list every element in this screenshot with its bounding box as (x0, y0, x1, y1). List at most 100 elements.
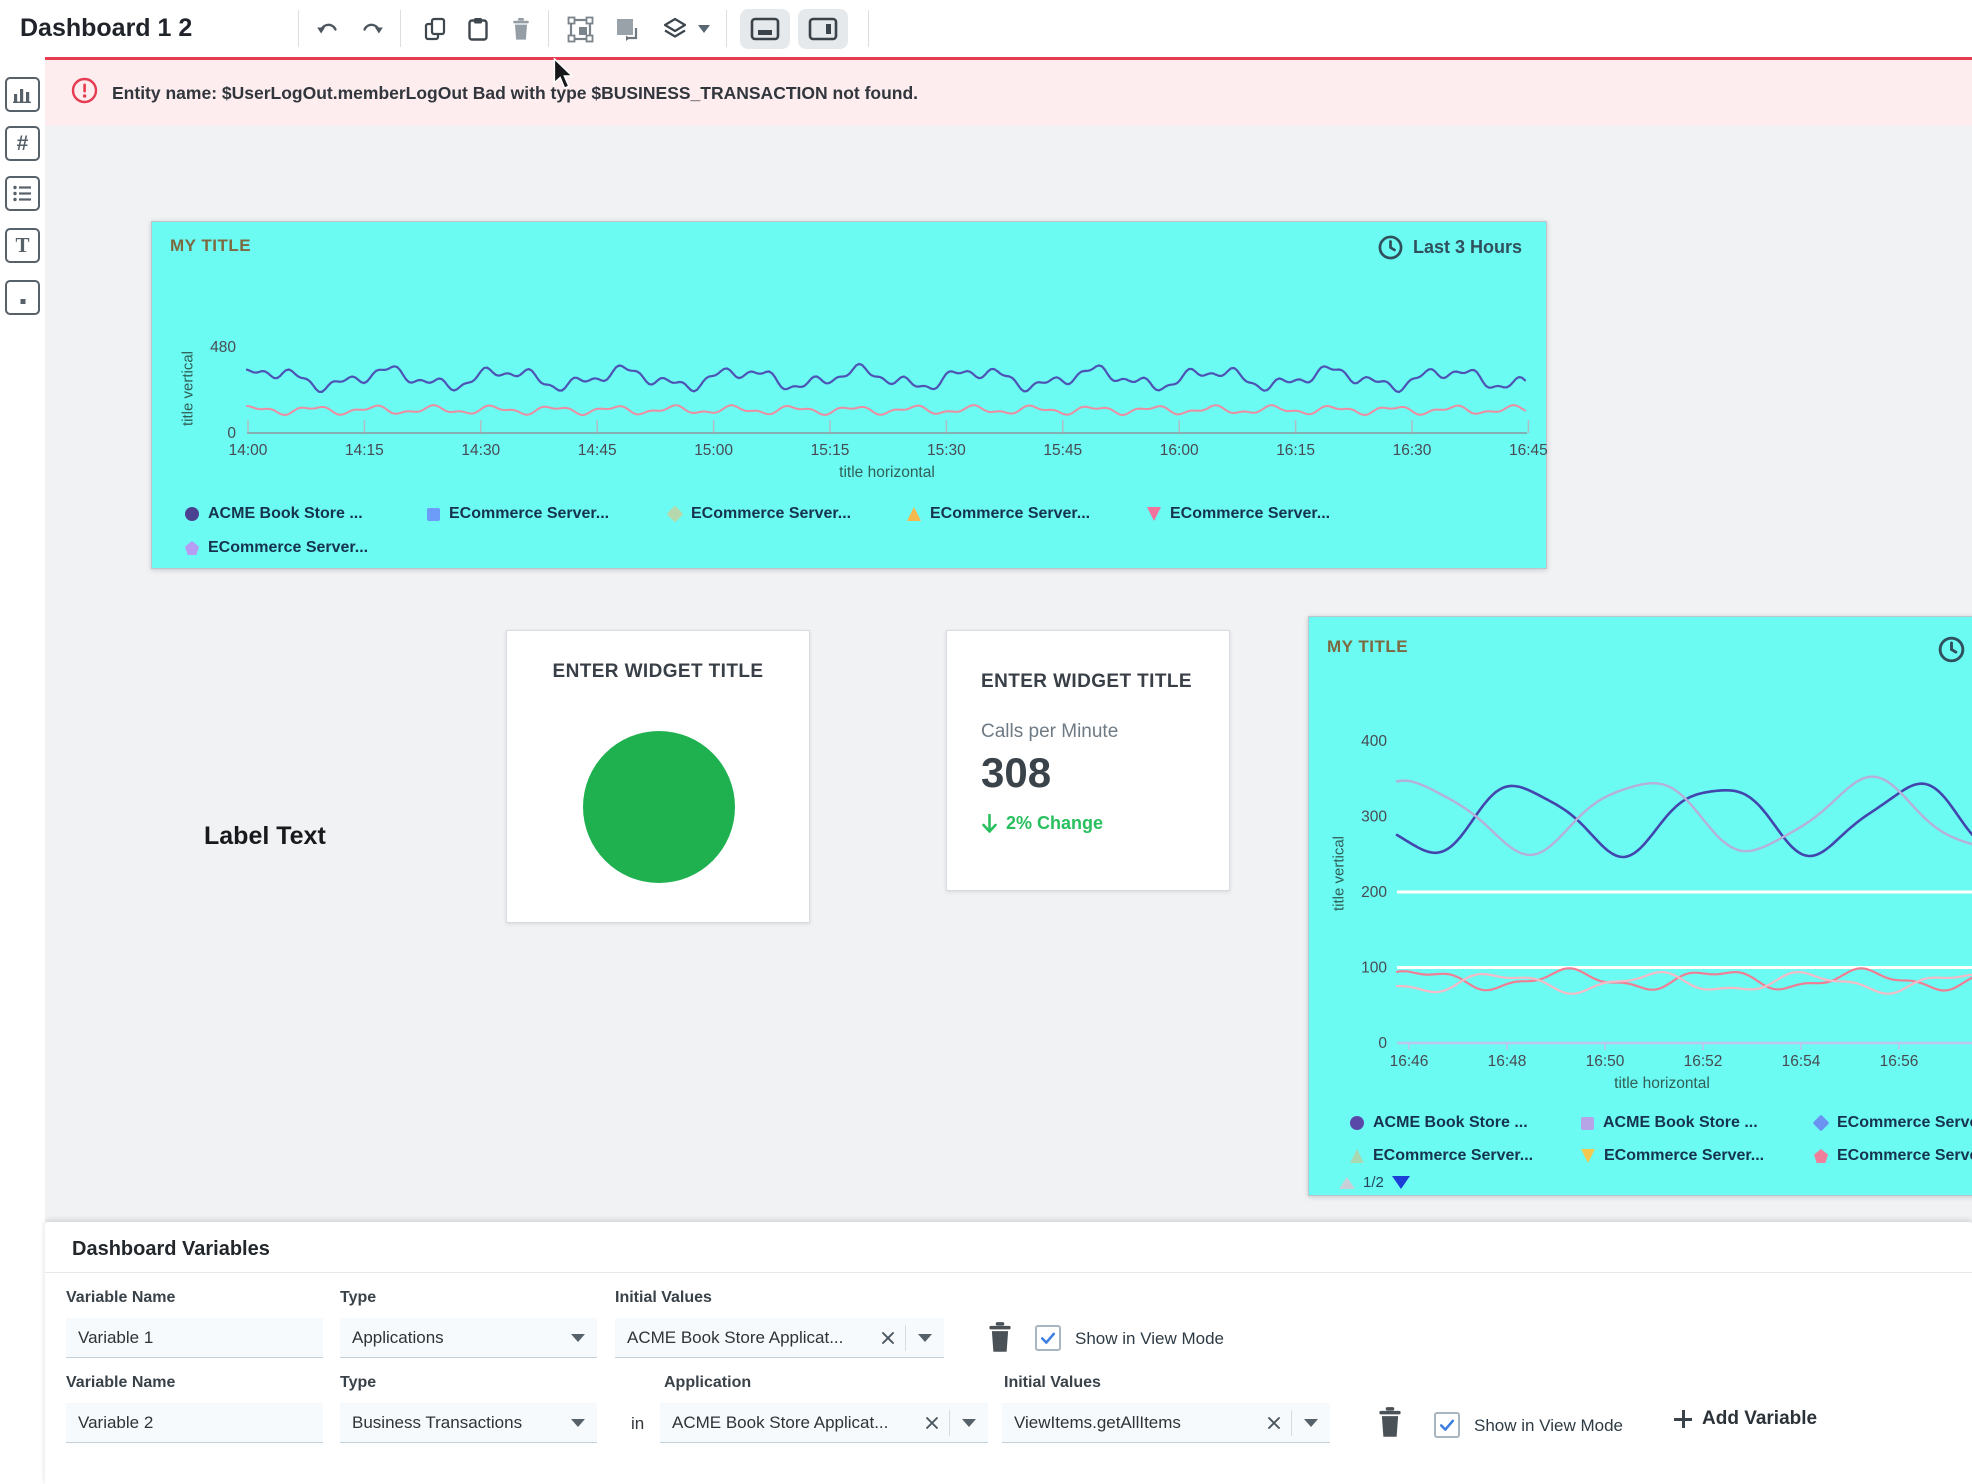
legend-item[interactable]: ECommerce Server... (1147, 505, 1330, 523)
application-select[interactable]: ACME Book Store Applicat... (660, 1403, 988, 1443)
page-up-icon[interactable] (1339, 1177, 1355, 1189)
chart-widget-icon[interactable] (5, 77, 40, 112)
select-value: ACME Book Store Applicat... (672, 1413, 915, 1433)
clear-icon[interactable] (1267, 1416, 1281, 1430)
legend-item[interactable]: ACME Book Store ... (1581, 1114, 1758, 1132)
initial-values-select[interactable]: ACME Book Store Applicat... (615, 1318, 944, 1358)
add-variable-button[interactable]: Add Variable (1674, 1408, 1817, 1430)
page-down-icon[interactable] (1392, 1176, 1410, 1189)
panel-bottom-toggle-icon[interactable] (740, 9, 790, 49)
panel-title: Dashboard Variables (72, 1238, 270, 1261)
show-in-view-mode-label: Show in View Mode (1075, 1329, 1224, 1349)
alert-icon (71, 77, 98, 109)
legend-item[interactable]: ECommerce Server... (1581, 1147, 1764, 1165)
clear-icon[interactable] (881, 1331, 895, 1345)
health-widget[interactable]: ENTER WIDGET TITLE (506, 630, 810, 923)
application-label: Application (664, 1374, 751, 1392)
panel-divider (45, 1272, 1972, 1273)
caret-down-icon (962, 1419, 976, 1427)
legend-item[interactable]: ACME Book Store ... (185, 505, 363, 523)
image-widget-icon[interactable] (5, 280, 40, 315)
initial-values-label: Initial Values (615, 1289, 712, 1307)
legend-item[interactable]: ECommerce Server... (427, 505, 609, 523)
square-marker-icon (1581, 1117, 1594, 1130)
legend-item[interactable]: ECommerce Server... (185, 539, 368, 557)
select-value: Applications (352, 1328, 571, 1348)
caret-down-icon (571, 1419, 585, 1427)
legend-item-label: ECommerce Server... (1373, 1147, 1533, 1165)
dashboard-variables-panel: Dashboard Variables Variable Name Variab… (45, 1222, 1972, 1484)
caret-down-icon[interactable] (695, 14, 713, 44)
legend-item-label: ACME Book Store ... (1373, 1114, 1528, 1132)
field-divider (949, 1410, 950, 1436)
pentagon-marker-icon (1814, 1149, 1828, 1163)
timeseries-widget-1[interactable]: MY TITLE Last 3 Hours title vertical tit… (151, 221, 1547, 569)
variable-name-input[interactable]: Variable 2 (66, 1403, 323, 1443)
health-status-circle (583, 731, 735, 883)
type-label: Type (340, 1289, 376, 1307)
add-variable-label: Add Variable (1702, 1408, 1817, 1430)
input-value: Variable 1 (78, 1328, 311, 1348)
show-in-view-mode-checkbox[interactable] (1434, 1412, 1460, 1438)
type-select[interactable]: Business Transactions (340, 1403, 597, 1443)
legend-item-label: ECommerce Server... (1170, 505, 1330, 523)
diamond-marker-icon (1813, 1115, 1830, 1132)
toolbar-divider (726, 10, 727, 47)
legend-item[interactable]: ECommerce Server... (1814, 1114, 1972, 1132)
metric-change-label: 2% Change (1006, 813, 1103, 834)
panel-right-toggle-icon[interactable] (798, 9, 848, 49)
toolbar-divider (548, 10, 549, 47)
legend-item[interactable]: ECommerce Server... (1814, 1147, 1972, 1165)
metric-number-widget-icon[interactable]: # (5, 126, 40, 161)
send-backward-icon[interactable] (612, 14, 642, 44)
toolbar-divider (400, 10, 401, 47)
caret-down-icon (571, 1334, 585, 1342)
label-widget[interactable]: Label Text (204, 822, 326, 851)
metric-label: Calls per Minute (981, 721, 1118, 743)
variable-name-input[interactable]: Variable 1 (66, 1318, 323, 1358)
bring-forward-icon[interactable] (565, 14, 595, 44)
show-in-view-mode-label: Show in View Mode (1474, 1416, 1623, 1436)
legend-item-label: ECommerce Server... (1837, 1147, 1972, 1165)
legend-item[interactable]: ECommerce Server... (1350, 1147, 1533, 1165)
widget-title: ENTER WIDGET TITLE (507, 661, 809, 683)
type-label: Type (340, 1374, 376, 1392)
layers-icon[interactable] (660, 14, 690, 44)
square-marker-icon (427, 508, 440, 521)
paste-icon[interactable] (463, 14, 493, 44)
undo-icon[interactable] (313, 14, 343, 44)
triangle-down-marker-icon (1147, 507, 1161, 521)
variable-name-label: Variable Name (66, 1374, 175, 1392)
legend-item[interactable]: ECommerce Server... (668, 505, 851, 523)
redo-icon[interactable] (357, 14, 387, 44)
legend-item-label: ECommerce Server... (1604, 1147, 1764, 1165)
in-connector-label: in (631, 1414, 644, 1434)
text-widget-icon[interactable]: T (5, 228, 40, 263)
list-widget-icon[interactable] (5, 176, 40, 211)
delete-variable-button[interactable] (1375, 1405, 1405, 1439)
dashboard-editor: Dashboard 1 2 (0, 0, 1972, 1484)
error-banner: Entity name: $UserLogOut.memberLogOut Ba… (45, 57, 1972, 126)
triangle-marker-icon (907, 507, 921, 521)
plus-icon (1674, 1410, 1692, 1428)
delete-variable-button[interactable] (985, 1320, 1015, 1354)
legend-item-label: ECommerce Server... (1837, 1114, 1972, 1132)
metric-widget[interactable]: ENTER WIDGET TITLE Calls per Minute 308 … (946, 630, 1230, 891)
show-in-view-mode-checkbox[interactable] (1035, 1325, 1061, 1351)
legend-item-label: ECommerce Server... (930, 505, 1090, 523)
input-value: Variable 2 (78, 1413, 311, 1433)
initial-values-label: Initial Values (1004, 1374, 1101, 1392)
initial-values-select[interactable]: ViewItems.getAllItems (1002, 1403, 1330, 1443)
legend-item-label: ECommerce Server... (208, 539, 368, 557)
variable-name-label: Variable Name (66, 1289, 175, 1307)
legend-item[interactable]: ECommerce Server... (907, 505, 1090, 523)
timeseries-widget-2[interactable]: MY TITLE title vertical title horizontal… (1308, 616, 1972, 1196)
copy-icon[interactable] (420, 14, 450, 44)
type-select[interactable]: Applications (340, 1318, 597, 1358)
select-value: ACME Book Store Applicat... (627, 1328, 871, 1348)
metric-value: 308 (981, 749, 1051, 797)
legend-item[interactable]: ACME Book Store ... (1350, 1114, 1528, 1132)
diamond-marker-icon (667, 506, 684, 523)
trash-icon[interactable] (506, 14, 536, 44)
clear-icon[interactable] (925, 1416, 939, 1430)
